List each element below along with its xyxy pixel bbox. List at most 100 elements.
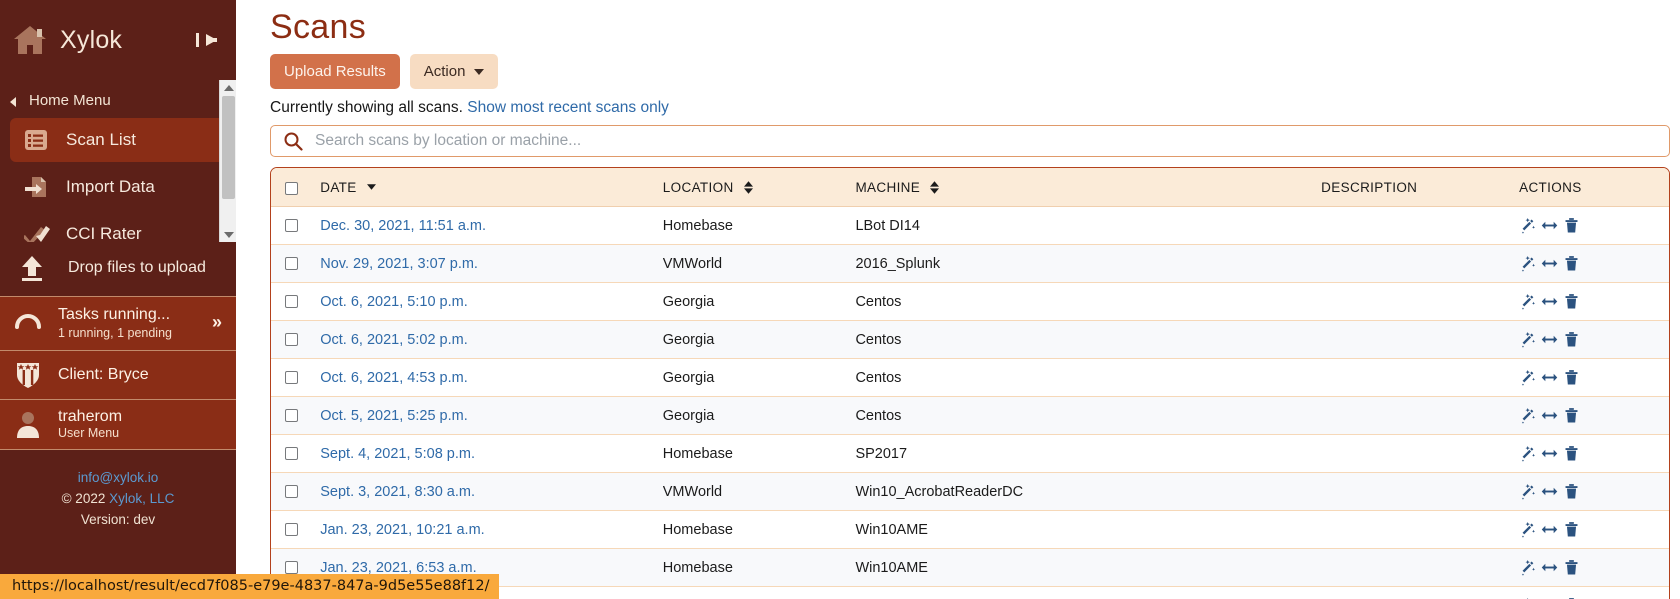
header-location[interactable]: LOCATION [662, 168, 856, 207]
row-checkbox[interactable] [285, 219, 298, 233]
cell-machine: Centos [855, 358, 1220, 397]
home-menu-toggle[interactable]: Home Menu [0, 86, 236, 115]
header-date[interactable]: DATE [320, 168, 663, 207]
trash-icon[interactable] [1563, 483, 1580, 500]
scan-date-link[interactable]: Oct. 5, 2021, 5:25 p.m. [320, 408, 468, 424]
cell-date: Dec. 30, 2021, 11:51 a.m. [320, 206, 663, 245]
main-content: Scans Upload Results Action Currently sh… [236, 0, 1680, 599]
magic-wand-icon[interactable] [1519, 293, 1536, 310]
menu-list: Home Menu Scan List Import Data CCI Rate… [0, 80, 236, 242]
show-recent-scans-link[interactable]: Show most recent scans only [467, 99, 669, 116]
trash-icon[interactable] [1563, 293, 1580, 310]
sidebar-item-cci-rater[interactable]: CCI Rater [10, 212, 226, 242]
arrows-left-right-icon[interactable] [1541, 255, 1558, 272]
scroll-up-arrow-icon[interactable] [220, 80, 236, 95]
arrows-left-right-icon[interactable] [1541, 483, 1558, 500]
tasks-expand-icon[interactable]: » [212, 312, 226, 333]
arrows-left-right-icon[interactable] [1541, 293, 1558, 310]
scan-date-link[interactable]: Dec. 30, 2021, 11:51 a.m. [320, 218, 486, 234]
magic-wand-icon[interactable] [1519, 369, 1536, 386]
row-checkbox[interactable] [285, 333, 298, 347]
trash-icon[interactable] [1563, 369, 1580, 386]
table-row: Nov. 29, 2021, 3:07 p.m. VMWorld 2016_Splu… [271, 244, 1669, 283]
sidebar-item-import-data[interactable]: Import Data [10, 165, 226, 209]
cell-actions [1519, 358, 1669, 397]
select-all-checkbox[interactable] [285, 181, 298, 195]
scan-date-link[interactable]: Oct. 6, 2021, 4:53 p.m. [320, 370, 468, 386]
arrows-left-right-icon[interactable] [1541, 331, 1558, 348]
trash-icon[interactable] [1563, 445, 1580, 462]
client-selector-row[interactable]: Client: Bryce [0, 351, 236, 400]
scrollbar-thumb[interactable] [222, 96, 235, 199]
magic-wand-icon[interactable] [1519, 521, 1536, 538]
magic-wand-icon[interactable] [1519, 559, 1536, 576]
cell-location: VMWorld [662, 244, 856, 283]
row-checkbox[interactable] [285, 523, 298, 537]
sidebar-item-label: Scan List [66, 130, 136, 149]
table-row: Oct. 6, 2021, 5:10 p.m. Georgia Centos [271, 282, 1669, 321]
scroll-down-arrow-icon[interactable] [220, 227, 236, 242]
scan-date-link[interactable]: Sept. 3, 2021, 8:30 a.m. [320, 484, 475, 500]
support-email-link[interactable]: info@xylok.io [78, 470, 159, 485]
magic-wand-icon[interactable] [1519, 483, 1536, 500]
magic-wand-icon[interactable] [1519, 255, 1536, 272]
scan-date-link[interactable]: Oct. 6, 2021, 5:02 p.m. [320, 332, 468, 348]
table-row: Sept. 3, 2021, 8:30 a.m. VMWorld Win10_Acr… [271, 472, 1669, 511]
trash-icon[interactable] [1563, 217, 1580, 234]
search-bar[interactable] [270, 125, 1670, 157]
magic-wand-icon[interactable] [1519, 217, 1536, 234]
tasks-running-row[interactable]: Tasks running... 1 running, 1 pending » [0, 296, 236, 351]
scan-date-link[interactable]: Nov. 29, 2021, 3:07 p.m. [320, 256, 478, 272]
app-window: Xylok Home Menu Scan List Import Data CC… [0, 0, 1680, 599]
row-checkbox[interactable] [285, 371, 298, 385]
file-import-icon [24, 175, 50, 199]
row-checkbox[interactable] [285, 561, 298, 575]
status-bar-url: https://localhost/result/ecd7f085-e79e-4… [0, 574, 500, 599]
drop-files-zone[interactable]: Drop files to upload [0, 242, 236, 296]
action-dropdown-button[interactable]: Action [409, 54, 499, 89]
showing-status-line: Currently showing all scans. Show most r… [270, 99, 1672, 117]
upload-results-button[interactable]: Upload Results [270, 54, 400, 89]
sidebar-item-label: Import Data [66, 177, 155, 196]
trash-icon[interactable] [1563, 559, 1580, 576]
row-checkbox[interactable] [285, 409, 298, 423]
cell-description [1219, 434, 1520, 473]
magic-wand-icon[interactable] [1519, 331, 1536, 348]
trash-icon[interactable] [1563, 407, 1580, 424]
scan-date-link[interactable]: Jan. 23, 2021, 10:21 a.m. [320, 522, 484, 538]
arrows-left-right-icon[interactable] [1541, 217, 1558, 234]
arrows-left-right-icon[interactable] [1541, 445, 1558, 462]
sidebar-item-scan-list[interactable]: Scan List [10, 118, 226, 162]
table-row: Oct. 6, 2021, 5:02 p.m. Georgia Centos [271, 320, 1669, 359]
company-link[interactable]: Xylok, LLC [109, 491, 174, 506]
magic-wand-icon[interactable] [1519, 445, 1536, 462]
trash-icon[interactable] [1563, 331, 1580, 348]
arrows-left-right-icon[interactable] [1541, 521, 1558, 538]
scan-date-link[interactable]: Sept. 4, 2021, 5:08 p.m. [320, 446, 475, 462]
cell-description [1219, 472, 1520, 511]
arrows-left-right-icon[interactable] [1541, 407, 1558, 424]
trash-icon[interactable] [1563, 521, 1580, 538]
user-menu-row[interactable]: traherom User Menu [0, 400, 236, 451]
home-icon[interactable] [12, 23, 48, 57]
copyright-prefix: © 2022 [61, 491, 110, 507]
tasks-title: Tasks running... [58, 306, 171, 323]
arrows-left-right-icon[interactable] [1541, 369, 1558, 386]
cell-machine: Win7IE11 VM [855, 586, 1220, 599]
row-checkbox[interactable] [285, 295, 298, 309]
row-checkbox[interactable] [285, 485, 298, 499]
arrows-left-right-icon[interactable] [1541, 559, 1558, 576]
sidebar-menu-scrollbar[interactable] [219, 80, 236, 242]
trash-icon[interactable] [1563, 255, 1580, 272]
header-machine[interactable]: MACHINE [855, 168, 1220, 207]
collapse-left-icon[interactable] [192, 25, 222, 55]
menu-scroll-region: Home Menu Scan List Import Data CCI Rate… [0, 80, 236, 242]
scan-date-link[interactable]: Oct. 6, 2021, 5:10 p.m. [320, 294, 468, 310]
search-input[interactable] [313, 127, 1669, 155]
row-checkbox[interactable] [285, 447, 298, 461]
magic-wand-icon[interactable] [1519, 407, 1536, 424]
cell-actions [1519, 396, 1669, 435]
shield-icon [14, 360, 42, 390]
row-checkbox[interactable] [285, 257, 298, 271]
cell-machine: Centos [855, 282, 1220, 321]
